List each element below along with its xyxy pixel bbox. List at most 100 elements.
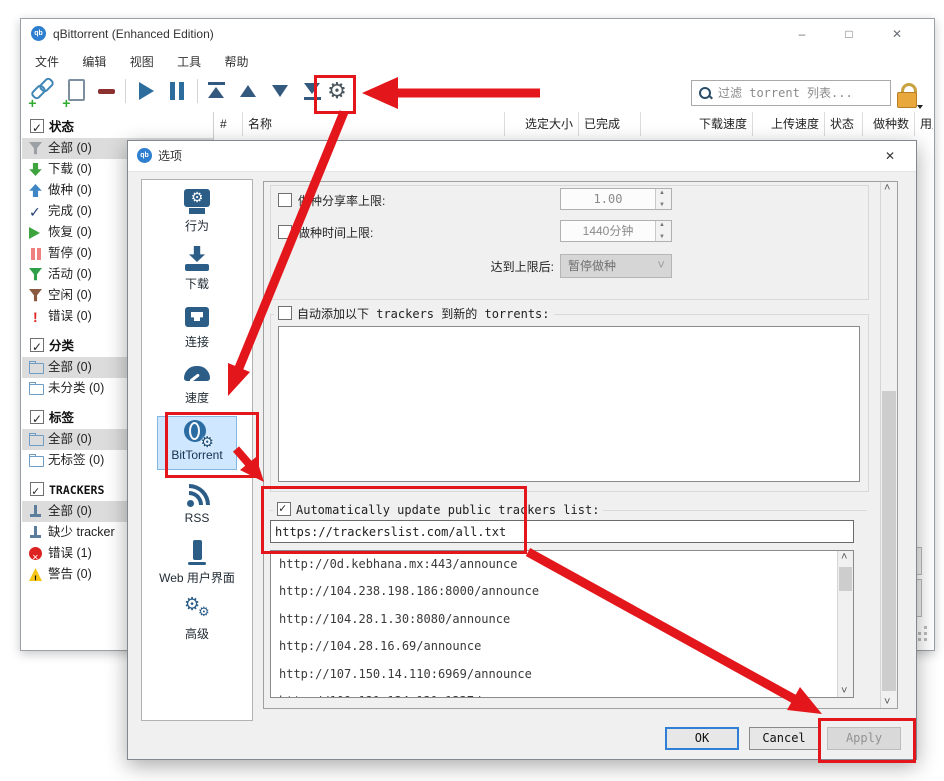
- nav-behavior[interactable]: 行为: [142, 186, 252, 240]
- folder-icon: [29, 384, 44, 395]
- tags-title: 标签: [49, 411, 74, 425]
- column-seeds[interactable]: 做种数: [863, 112, 915, 136]
- column-done[interactable]: 已完成: [579, 112, 641, 136]
- spinner-arrows-icon[interactable]: [655, 221, 671, 241]
- column-user[interactable]: 用户: [915, 112, 933, 136]
- column-number[interactable]: #: [215, 112, 243, 136]
- menu-view[interactable]: 视图: [120, 49, 164, 74]
- limit-action-label: 达到上限后:: [414, 258, 554, 275]
- menu-help[interactable]: 帮助: [214, 49, 258, 74]
- status-title: 状态: [49, 120, 74, 134]
- folder-icon: [29, 456, 44, 467]
- sidebar-item-label: 全部 (0): [48, 504, 92, 518]
- sidebar-item-label: 空闲 (0): [48, 288, 92, 302]
- trackers-checkbox[interactable]: [30, 482, 44, 496]
- spinner-arrows-icon[interactable]: [655, 189, 671, 209]
- tracker-url: http://109.121.134.121:1337/announce: [279, 694, 539, 698]
- nav-webui[interactable]: Web 用户界面: [142, 538, 252, 592]
- add-torrent-link-button[interactable]: [29, 77, 57, 105]
- limit-action-dropdown[interactable]: 暂停做种: [560, 254, 672, 278]
- ratio-limit-checkbox[interactable]: [278, 193, 292, 207]
- check-icon: [29, 205, 42, 218]
- funnel-icon: [29, 289, 42, 302]
- status-checkbox[interactable]: [30, 119, 44, 133]
- toolbar-separator: [125, 79, 126, 103]
- auto-add-trackers-textarea[interactable]: [278, 326, 860, 482]
- funnel-icon: [29, 268, 42, 281]
- menu-tools[interactable]: 工具: [167, 49, 211, 74]
- trackers-title: TRACKERS: [49, 483, 104, 497]
- nav-advanced[interactable]: 高级: [142, 594, 252, 648]
- rss-icon: [180, 482, 214, 510]
- sidebar-item-label: 错误 (1): [48, 546, 92, 560]
- tracker-url: http://104.238.198.186:8000/announce: [279, 584, 539, 598]
- bittorrent-settings-panel: 做种分享率上限: 1.00 做种时间上限: 1440分钟 达到上限后: 暂停做种…: [263, 181, 898, 709]
- dialog-close-icon[interactable]: ✕: [876, 145, 904, 167]
- column-status[interactable]: 状态: [825, 112, 863, 136]
- ratio-limit-row: 做种分享率上限:: [278, 192, 385, 209]
- scrollbar-thumb[interactable]: [882, 391, 896, 691]
- pause-button[interactable]: [163, 77, 191, 105]
- sidebar-item-label: 警告 (0): [48, 567, 92, 581]
- advanced-icon: [180, 596, 214, 624]
- column-dlspeed[interactable]: 下载速度: [641, 112, 753, 136]
- sidebar-item-label: 缺少 tracker: [48, 525, 115, 539]
- downloads-icon: [180, 246, 214, 274]
- nav-downloads[interactable]: 下载: [142, 244, 252, 298]
- column-size[interactable]: 选定大小: [505, 112, 579, 136]
- minimize-icon[interactable]: –: [787, 23, 817, 45]
- ratio-limit-label: 做种分享率上限:: [298, 194, 385, 208]
- categories-checkbox[interactable]: [30, 338, 44, 352]
- sidebar-item-label: 活动 (0): [48, 267, 92, 281]
- tracker-pin-icon: [29, 505, 42, 518]
- public-trackers-list[interactable]: http://0d.kebhana.mx:443/announce http:/…: [270, 550, 854, 698]
- dialog-titlebar: qb 选项 ✕: [128, 141, 916, 172]
- lock-icon[interactable]: [897, 83, 919, 109]
- nav-speed[interactable]: 速度: [142, 358, 252, 412]
- lock-dropdown-caret[interactable]: [917, 105, 923, 109]
- delete-button[interactable]: [93, 77, 121, 105]
- ok-button[interactable]: OK: [665, 727, 739, 750]
- column-upspeed[interactable]: 上传速度: [753, 112, 825, 136]
- search-box: [691, 80, 891, 106]
- folder-icon: [29, 363, 44, 374]
- nav-rss[interactable]: RSS: [142, 480, 252, 534]
- search-input[interactable]: [716, 82, 888, 104]
- menu-file[interactable]: 文件: [25, 49, 69, 74]
- sidebar-item-label: 做种 (0): [48, 183, 92, 197]
- menu-edit[interactable]: 编辑: [72, 49, 116, 74]
- maximize-icon[interactable]: □: [834, 23, 864, 45]
- connection-icon: [180, 304, 214, 332]
- annotation-box-gear: [314, 75, 356, 114]
- add-torrent-file-button[interactable]: [61, 77, 89, 105]
- column-name[interactable]: 名称: [243, 112, 505, 136]
- nav-connection[interactable]: 连接: [142, 302, 252, 356]
- sidebar-item-label: 全部 (0): [48, 141, 92, 155]
- tracker-pin-icon: [29, 526, 42, 539]
- tracker-list-scrollbar[interactable]: [837, 551, 853, 697]
- nav-label: Web 用户界面: [142, 569, 252, 586]
- tags-checkbox[interactable]: [30, 410, 44, 424]
- options-page-scrollbar[interactable]: [880, 182, 897, 708]
- close-icon[interactable]: ✕: [882, 23, 912, 45]
- scrollbar-thumb[interactable]: [839, 567, 852, 591]
- time-limit-spinner[interactable]: 1440分钟: [560, 220, 672, 242]
- time-limit-label: 做种时间上限:: [298, 226, 373, 240]
- cancel-button[interactable]: Cancel: [749, 727, 819, 750]
- annotation-box-apply: [818, 718, 916, 763]
- nav-label: 行为: [142, 217, 252, 234]
- exclamation-icon: [29, 310, 42, 323]
- time-limit-checkbox[interactable]: [278, 225, 292, 239]
- resume-button[interactable]: [131, 77, 159, 105]
- move-top-button[interactable]: [203, 77, 231, 105]
- annotation-box-bittorrent: [165, 412, 259, 478]
- toolbar-separator: [197, 79, 198, 103]
- move-up-button[interactable]: [235, 77, 263, 105]
- move-down-button[interactable]: [267, 77, 295, 105]
- upload-arrow-icon: [29, 184, 42, 197]
- nav-label: 速度: [142, 389, 252, 406]
- ratio-limit-spinner[interactable]: 1.00: [560, 188, 672, 210]
- spinner-value: 1440分钟: [561, 221, 655, 241]
- nav-label: 连接: [142, 333, 252, 350]
- auto-add-trackers-checkbox[interactable]: [278, 306, 292, 320]
